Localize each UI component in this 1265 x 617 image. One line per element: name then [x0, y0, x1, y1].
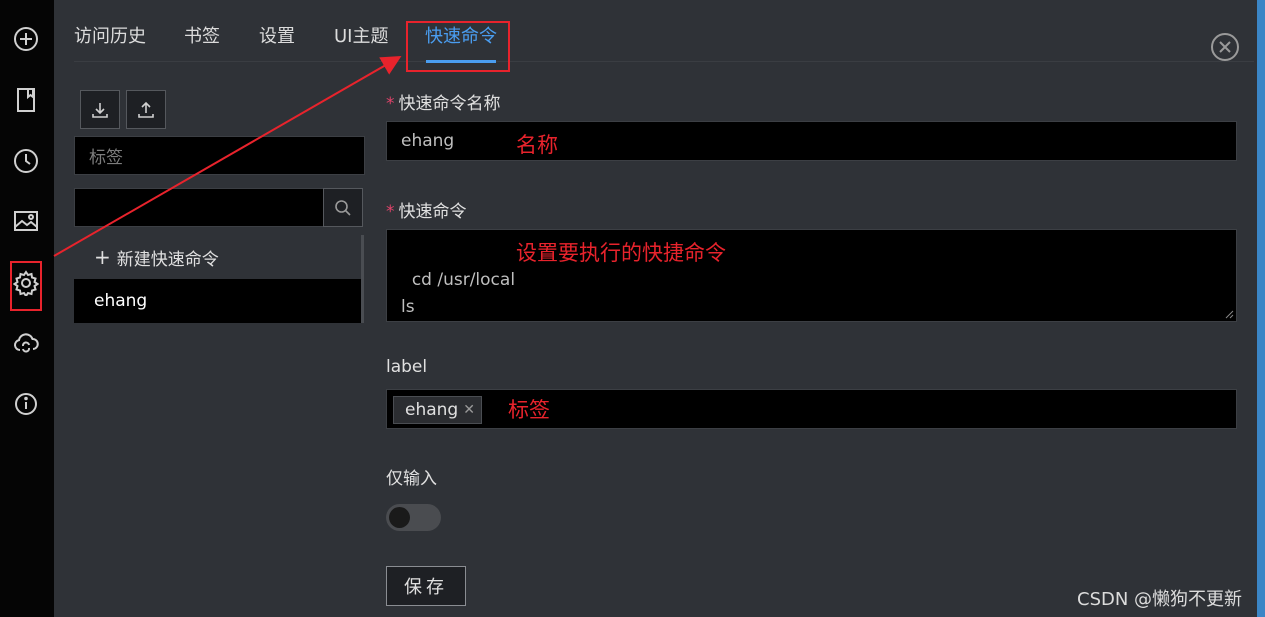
clock-icon[interactable]: [10, 145, 42, 177]
save-button[interactable]: 保存: [386, 566, 466, 606]
tag-chip: ehang ✕: [393, 396, 482, 424]
command-name-value: ehang: [401, 131, 455, 151]
list-scrollbar[interactable]: [361, 235, 364, 323]
search-input[interactable]: [74, 188, 324, 227]
list-item[interactable]: ehang: [74, 279, 363, 323]
annotation-tag: 标签: [508, 398, 550, 422]
search-icon: [335, 199, 351, 216]
tab-history[interactable]: 访问历史: [74, 22, 146, 48]
command-list: + 新建快速命令 ehang: [74, 235, 363, 323]
scroll-edge: [1257, 0, 1265, 617]
required-mark: *: [386, 202, 395, 222]
highlight-box-settings: [10, 261, 42, 311]
resize-grip-icon[interactable]: [1224, 309, 1234, 319]
input-only-toggle[interactable]: [386, 504, 441, 531]
tab-settings[interactable]: 设置: [259, 22, 295, 48]
annotation-command: 设置要执行的快捷命令: [516, 241, 726, 265]
export-button[interactable]: [126, 90, 166, 129]
tag-filter-placeholder: 标签: [89, 148, 123, 168]
command-name-input[interactable]: ehang: [386, 121, 1237, 161]
search-button[interactable]: [323, 188, 363, 227]
tag-chip-label: ehang: [405, 400, 459, 420]
name-label: * 快速命令名称: [386, 94, 501, 114]
watermark: CSDN @懒狗不更新: [1077, 589, 1243, 610]
command-text: cd /usr/local ls: [401, 270, 516, 317]
close-icon[interactable]: [1210, 32, 1240, 62]
remove-tag-icon[interactable]: ✕: [463, 402, 475, 418]
annotation-name: 名称: [516, 133, 558, 157]
new-command-button[interactable]: + 新建快速命令: [74, 235, 363, 279]
command-label: * 快速命令: [386, 202, 467, 222]
tag-label: label: [386, 357, 428, 377]
info-icon[interactable]: [10, 388, 42, 420]
tab-bookmarks[interactable]: 书签: [184, 22, 220, 48]
tab-ui-theme[interactable]: UI主题: [334, 22, 388, 48]
command-textarea[interactable]: cd /usr/local ls: [386, 229, 1237, 322]
tab-bar: 访问历史 书签 设置 UI主题 快速命令: [74, 0, 1254, 62]
input-only-label: 仅输入: [386, 469, 437, 489]
upload-icon: [138, 101, 154, 118]
cloud-sync-icon[interactable]: [10, 327, 42, 359]
plus-icon: +: [94, 245, 111, 269]
required-mark: *: [386, 94, 395, 114]
highlight-box-tab: [406, 21, 510, 72]
new-command-label: 新建快速命令: [116, 249, 219, 270]
image-icon[interactable]: [10, 205, 42, 237]
toggle-knob: [389, 507, 410, 528]
import-button[interactable]: [80, 90, 120, 129]
book-icon[interactable]: [10, 84, 42, 116]
download-icon: [92, 102, 108, 118]
tag-filter-select[interactable]: 标签: [74, 136, 365, 175]
add-circle-icon[interactable]: [10, 23, 42, 55]
